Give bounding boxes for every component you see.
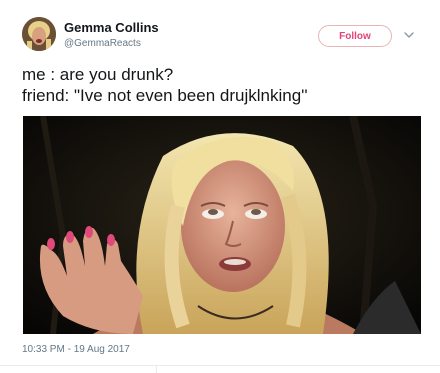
chevron-down-icon[interactable] [403,29,415,41]
author-handle[interactable]: @GemmaReacts [64,38,141,49]
follow-button[interactable]: Follow [318,25,392,47]
tweet-card: Gemma Collins @GemmaReacts Follow me : a… [0,0,440,373]
tweet-text: me : are you drunk? friend: "Ive not eve… [22,64,422,106]
divider [0,365,440,366]
author-avatar[interactable] [22,17,56,51]
tweet-text-line: friend: "Ive not even been drujklnking'' [22,86,308,105]
tweet-timestamp[interactable]: 10:33 PM - 19 Aug 2017 [22,344,130,355]
tweet-photo[interactable] [23,116,421,334]
author-display-name[interactable]: Gemma Collins [64,20,159,35]
divider [156,366,157,373]
tweet-text-line: me : are you drunk? [22,65,174,84]
